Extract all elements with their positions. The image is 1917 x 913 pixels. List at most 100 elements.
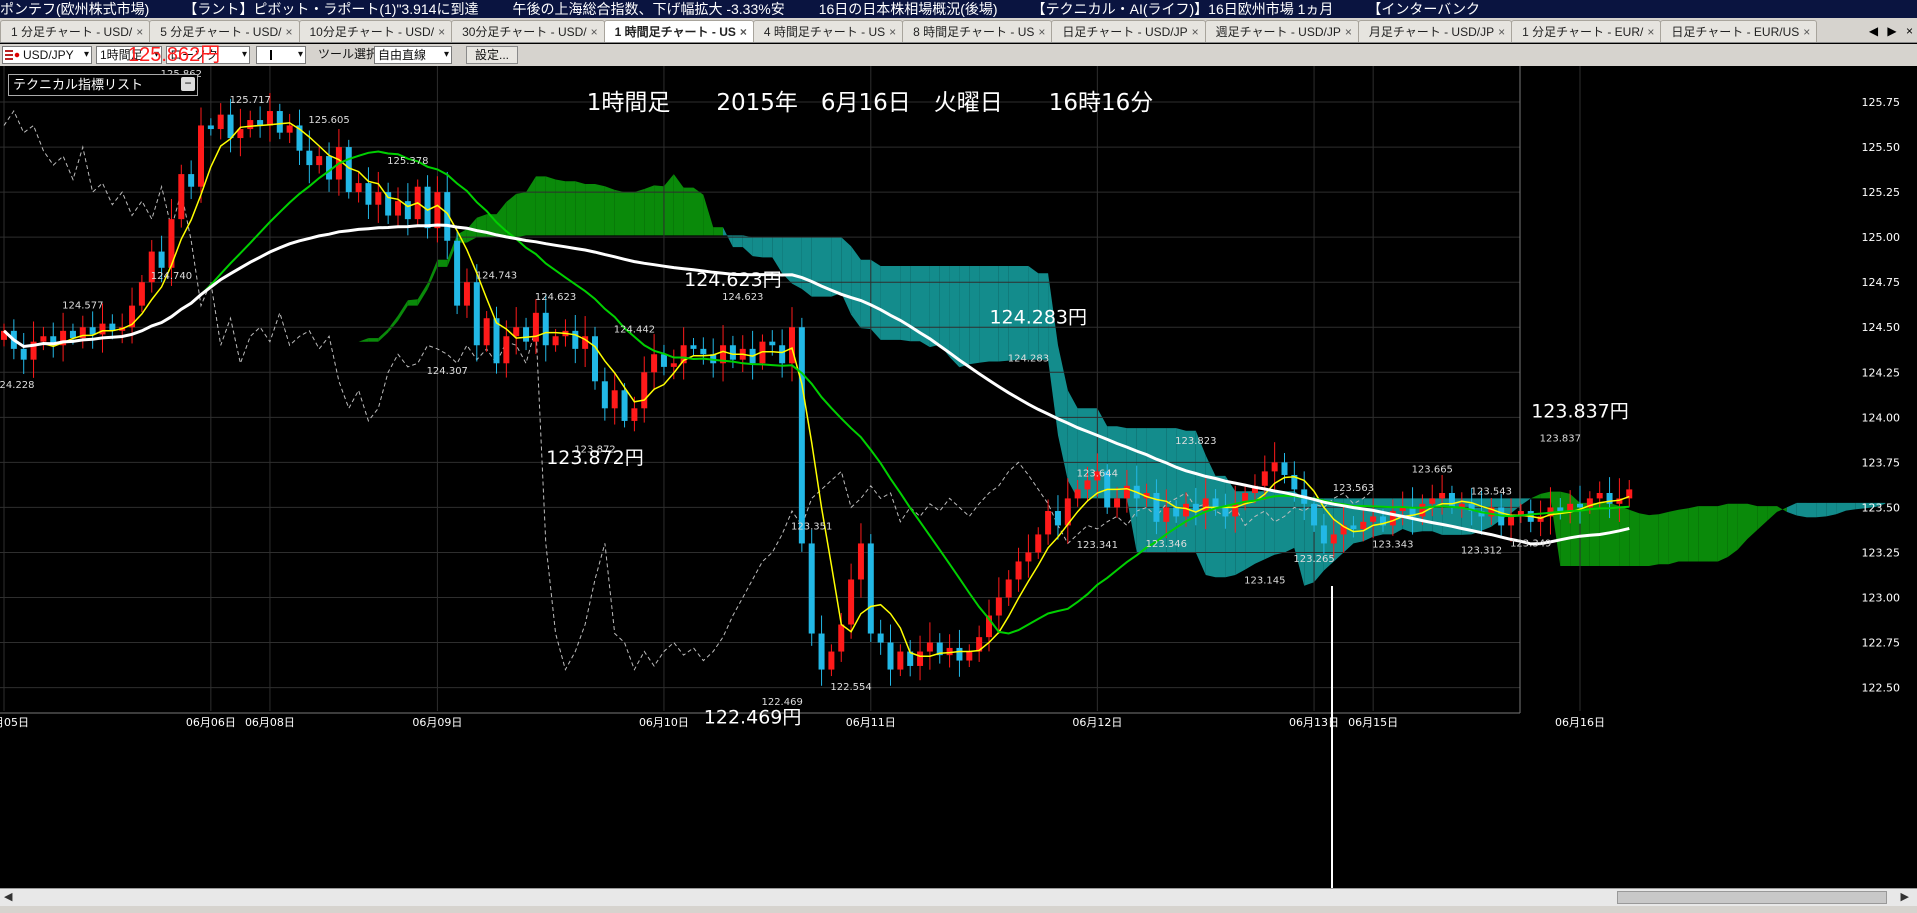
candle-body [375, 192, 382, 205]
y-tick-label: 123.00 [1862, 591, 1901, 604]
ticker-headline[interactable]: 午後の上海総合指数、下げ幅拡大 -3.33%安 [512, 1, 784, 17]
collapse-icon[interactable]: − [181, 77, 195, 91]
candle-body [40, 336, 47, 342]
candle-body [198, 125, 204, 187]
candle-body [404, 201, 411, 220]
scroll-right-icon[interactable]: ▶ [1901, 890, 1909, 903]
ichimoku-cloud [535, 176, 546, 236]
tab-close-icon[interactable]: × [136, 25, 143, 39]
ichimoku-cloud [1826, 502, 1837, 517]
price-chart[interactable]: 124.228124.577124.740125.862125.717125.6… [0, 66, 1917, 888]
chart-tab[interactable]: 1 分足チャート - EUR/× [1511, 20, 1662, 42]
tab-close-icon[interactable]: × [438, 25, 445, 39]
candle-body [601, 381, 608, 409]
candle-body [207, 125, 214, 130]
ticker-headline[interactable]: 【ラント】ピボット・ラポート(1)"3.914に到達 [183, 1, 478, 17]
chart-tab[interactable]: 10分足チャート - USD/× [298, 20, 453, 42]
ticker-headline[interactable]: 【テクニカル・AI(ライフ)】16日欧州市場 1ヵ月 [1032, 1, 1334, 17]
price-tag: 123.837 [1540, 434, 1581, 445]
ichimoku-cloud [929, 266, 940, 348]
chart-toolbar: USD/JPY 1時間足 ローソク ツール選択 自由直線 設定... [0, 44, 1917, 66]
ticker-headline[interactable]: 16日の日本株相場概況(後場) [819, 1, 998, 17]
settings-button[interactable]: 設定... [466, 46, 519, 64]
candle-body [1596, 492, 1603, 499]
tab-close-icon[interactable]: × [1192, 25, 1199, 39]
chart-tab-label: 4 時間足チャート - US [763, 25, 886, 39]
ichimoku-cloud [1649, 514, 1659, 566]
chart-tab[interactable]: 1 時間足チャート - US × [603, 20, 754, 42]
window-close-icon[interactable]: × [1906, 24, 1913, 38]
ichimoku-cloud [811, 237, 822, 297]
chart-tab-label: 10分足チャート - USD/ [309, 25, 435, 39]
candle-body [227, 114, 234, 139]
ichimoku-cloud [437, 259, 448, 267]
ichimoku-cloud [1146, 428, 1157, 553]
ichimoku-cloud [1156, 428, 1167, 553]
price-tag: 124.307 [427, 366, 468, 377]
tab-scroll-right-icon[interactable]: ▶ [1887, 24, 1896, 38]
candle-body [808, 543, 815, 634]
y-tick-label: 123.25 [1862, 546, 1901, 559]
ichimoku-cloud [851, 246, 861, 329]
chart-tab[interactable]: 週足チャート - USD/JP × [1204, 20, 1359, 42]
tab-close-icon[interactable]: × [889, 25, 896, 39]
x-tick-label: 06月05日 [0, 716, 29, 729]
news-ticker[interactable]: ポンテフ(欧州株式市場) 【ラント】ピボット・ラポート(1)"3.914に到達 午後… [0, 0, 1917, 18]
tab-close-icon[interactable]: × [740, 25, 747, 39]
scrollbar-thumb[interactable] [1617, 891, 1887, 904]
candle-body [848, 579, 855, 625]
price-tag: 123.349 [1510, 539, 1551, 550]
tab-close-icon[interactable]: × [1803, 25, 1810, 39]
tab-close-icon[interactable]: × [591, 25, 598, 39]
chart-tab[interactable]: 日足チャート - EUR/US × [1660, 20, 1818, 42]
candle-body [188, 174, 195, 187]
candle-body [867, 543, 874, 634]
ichimoku-cloud [1658, 511, 1669, 565]
candle-body [503, 336, 510, 364]
candle-body [966, 651, 973, 661]
chart-tab[interactable]: 8 時間足チャート - US × [902, 20, 1053, 42]
candle-body [1045, 511, 1052, 535]
tab-close-icon[interactable]: × [1647, 25, 1654, 39]
chart-tab[interactable]: 30分足チャート - USD/ × [451, 20, 605, 42]
ichimoku-cloud [1560, 491, 1571, 566]
y-tick-label: 122.50 [1862, 682, 1901, 695]
tab-scroll-left-icon[interactable]: ◀ [1869, 24, 1878, 38]
ichimoku-cloud [792, 237, 802, 289]
x-tick-label: 06月13日 [1289, 716, 1339, 729]
ichimoku-cloud [939, 266, 950, 357]
chart-tab[interactable]: 月足チャート - USD/JP × [1357, 20, 1513, 42]
candle-body [1271, 462, 1278, 472]
ticker-headline[interactable]: ポンテフ(欧州株式市場) [0, 1, 149, 17]
chart-tab[interactable]: 4 時間足チャート - US × [752, 20, 904, 42]
line-style-select[interactable] [256, 46, 306, 64]
candle-body [1508, 516, 1515, 526]
chart-tab[interactable]: 日足チャート - USD/JP × [1051, 20, 1206, 42]
candle-body [1577, 503, 1583, 508]
drawing-tool-select[interactable]: 自由直線 [374, 46, 452, 64]
candle-body [138, 282, 145, 306]
scroll-left-icon[interactable]: ◀ [4, 890, 12, 903]
candle-body [1439, 492, 1446, 499]
chart-tab-label: 週足チャート - USD/JP [1215, 25, 1341, 39]
indicator-list-panel[interactable]: テクニカル指標リスト − [8, 74, 198, 96]
tab-close-icon[interactable]: × [285, 25, 292, 39]
candle-body [1123, 485, 1130, 499]
ichimoku-cloud [565, 181, 576, 236]
candle-body [621, 390, 628, 421]
ichimoku-cloud [555, 179, 566, 236]
tab-close-icon[interactable]: × [1345, 25, 1352, 39]
candle-body [1173, 507, 1180, 517]
tab-close-icon[interactable]: × [1038, 25, 1045, 39]
x-tick-label: 06月11日 [846, 716, 896, 729]
candle-body [631, 408, 638, 421]
ticker-headline[interactable]: 【インターバンク [1367, 1, 1480, 17]
chart-horizontal-scrollbar[interactable]: ◀ ▶ [0, 888, 1917, 906]
chart-tab-label: 30分足チャート - USD/ [462, 25, 587, 39]
ichimoku-cloud [407, 299, 418, 306]
y-tick-label: 123.50 [1862, 501, 1901, 514]
tab-close-icon[interactable]: × [1498, 25, 1505, 39]
candle-body [326, 156, 333, 180]
ichimoku-cloud [1806, 502, 1817, 518]
currency-pair-select[interactable]: USD/JPY [2, 46, 92, 64]
